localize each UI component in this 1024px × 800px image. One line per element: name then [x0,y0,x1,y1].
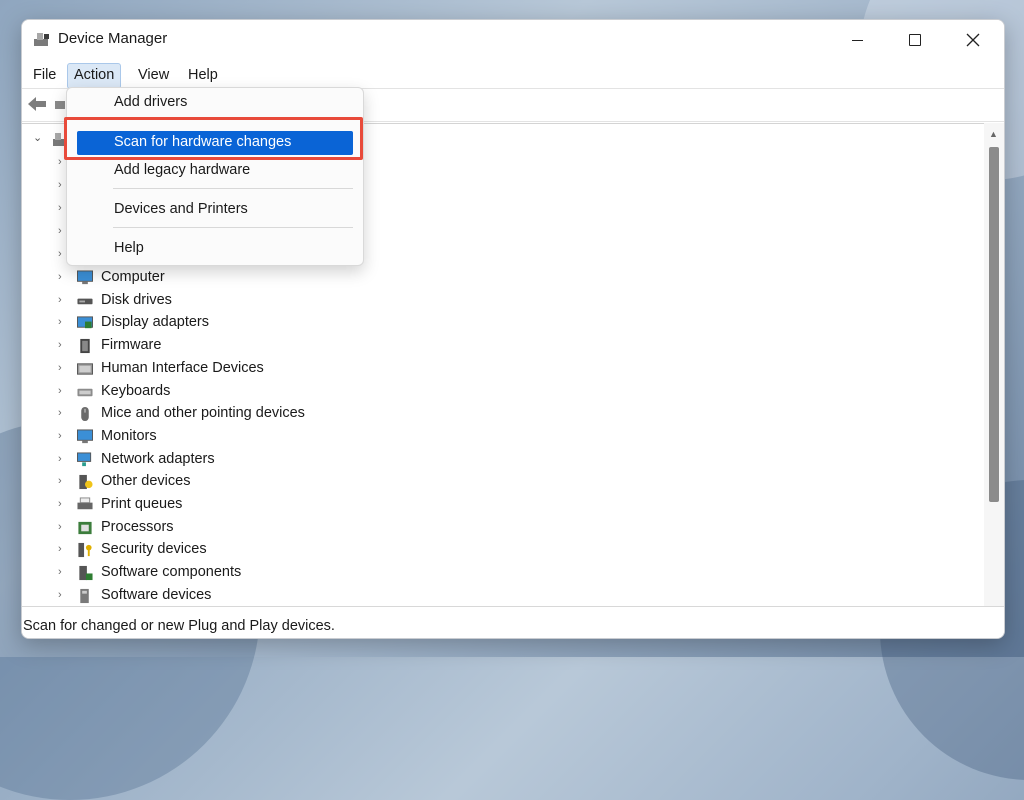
device-manager-app-icon [34,33,49,46]
disk-drive-icon [77,298,93,304]
minimize-icon [851,39,863,41]
highlight-annotation-box [64,117,363,160]
chevron-right-icon[interactable]: › [58,225,62,237]
tree-category-row[interactable]: › Firmware [22,335,982,357]
chevron-right-icon[interactable]: › [58,498,62,510]
processor-icon [78,521,92,534]
chevron-right-icon[interactable]: › [58,543,62,555]
close-button[interactable] [944,20,1002,60]
chevron-right-icon[interactable]: › [58,453,62,465]
tree-category-row[interactable]: › Security devices [22,539,982,561]
back-arrow-icon[interactable] [26,95,48,113]
status-bar: Scan for changed or new Plug and Play de… [22,606,1004,638]
menu-item-help[interactable]: Help [77,237,353,261]
close-icon [966,33,980,47]
tree-category-label: Human Interface Devices [101,359,264,376]
minimize-button[interactable] [828,20,886,60]
chevron-right-icon[interactable]: › [58,385,62,397]
tree-category-label: Monitors [101,427,157,444]
chevron-right-icon[interactable]: › [58,407,62,419]
forward-arrow-icon[interactable] [55,101,65,109]
title-bar[interactable]: Device Manager [22,20,1004,60]
menu-item-add-drivers[interactable]: Add drivers [77,91,353,115]
printer-icon [77,497,93,510]
tree-category-row[interactable]: › Human Interface Devices [22,358,982,380]
menu-item-label: Help [114,240,144,256]
menu-item-label: Add legacy hardware [114,162,251,178]
tree-category-row[interactable]: › Other devices [22,471,982,493]
software-component-icon [79,566,93,581]
chevron-right-icon[interactable]: › [58,362,62,374]
display-adapter-icon [77,316,93,329]
tree-category-label: Computer [101,269,165,285]
other-device-icon [79,475,93,490]
menu-bar: File Action View Help [22,60,1004,89]
chevron-right-icon[interactable]: › [58,339,62,351]
tree-category-row[interactable]: › Monitors [22,426,982,448]
tree-category-label: Keyboards [101,382,171,399]
tree-category-label: Mice and other pointing devices [101,405,305,422]
tree-category-label: Firmware [101,337,162,354]
tree-category-label: Display adapters [101,314,209,331]
maximize-icon [909,34,921,46]
mouse-icon [81,407,89,422]
menu-item-devices-and-printers[interactable]: Devices and Printers [77,198,353,222]
chevron-right-icon[interactable]: › [58,521,62,533]
software-device-icon [80,588,89,603]
tree-category-row[interactable]: › Computer [22,267,982,289]
action-menu-dropdown: Add drivers Scan for hardware changes Ad… [66,87,364,266]
vertical-scrollbar[interactable]: ▲ [984,123,1004,606]
chevron-right-icon[interactable]: › [58,271,62,283]
menu-help[interactable]: Help [182,63,224,87]
chevron-right-icon[interactable]: › [58,179,62,191]
tree-category-row[interactable]: › Processors [22,517,982,539]
scrollbar-thumb[interactable] [989,147,999,502]
security-device-icon [78,543,92,558]
chevron-right-icon[interactable]: › [58,475,62,487]
hid-icon [77,363,93,375]
tree-category-label: Security devices [101,541,207,558]
chevron-right-icon[interactable]: › [58,248,62,260]
menu-item-label: Devices and Printers [114,201,248,217]
tree-category-label: Network adapters [101,450,215,467]
tree-category-label: Processors [101,518,174,535]
menu-item-label: Add drivers [114,94,188,110]
tree-category-row[interactable]: › Network adapters [22,449,982,471]
chevron-right-icon[interactable]: › [58,156,62,168]
monitor-icon [77,270,93,285]
tree-category-label: Print queues [101,496,183,512]
menu-view[interactable]: View [132,63,175,87]
menu-file[interactable]: File [27,63,62,87]
monitor-icon [77,429,93,444]
tree-category-row[interactable]: › Disk drives [22,290,982,312]
chevron-right-icon[interactable]: › [58,566,62,578]
chevron-right-icon[interactable]: › [58,294,62,306]
menu-separator [113,188,353,189]
menu-item-add-legacy-hardware[interactable]: Add legacy hardware [77,159,353,183]
tree-category-label: Disk drives [101,291,172,308]
tree-category-row[interactable]: › Print queues [22,494,982,516]
menu-separator [113,227,353,228]
chevron-down-icon[interactable]: ⌄ [33,131,42,144]
chevron-right-icon[interactable]: › [58,589,62,601]
chevron-right-icon[interactable]: › [58,316,62,328]
tree-category-row[interactable]: › Display adapters [22,312,982,334]
tree-category-label: Other devices [101,473,191,490]
network-adapter-icon [77,452,92,466]
tree-category-row[interactable]: › Software devices [22,585,982,607]
window-title: Device Manager [58,30,168,47]
keyboard-icon [77,388,93,396]
firmware-icon [80,339,90,354]
tree-category-label: Software devices [101,586,212,603]
scroll-up-icon[interactable]: ▲ [989,129,998,139]
status-text: Scan for changed or new Plug and Play de… [23,618,335,634]
tree-category-row[interactable]: › Mice and other pointing devices [22,403,982,425]
chevron-right-icon[interactable]: › [58,430,62,442]
maximize-button[interactable] [886,20,944,60]
tree-category-row[interactable]: › Software components [22,562,982,584]
menu-action[interactable]: Action [67,63,122,89]
tree-category-label: Software components [101,564,242,581]
chevron-right-icon[interactable]: › [58,202,62,214]
tree-category-row[interactable]: › Keyboards [22,381,982,403]
